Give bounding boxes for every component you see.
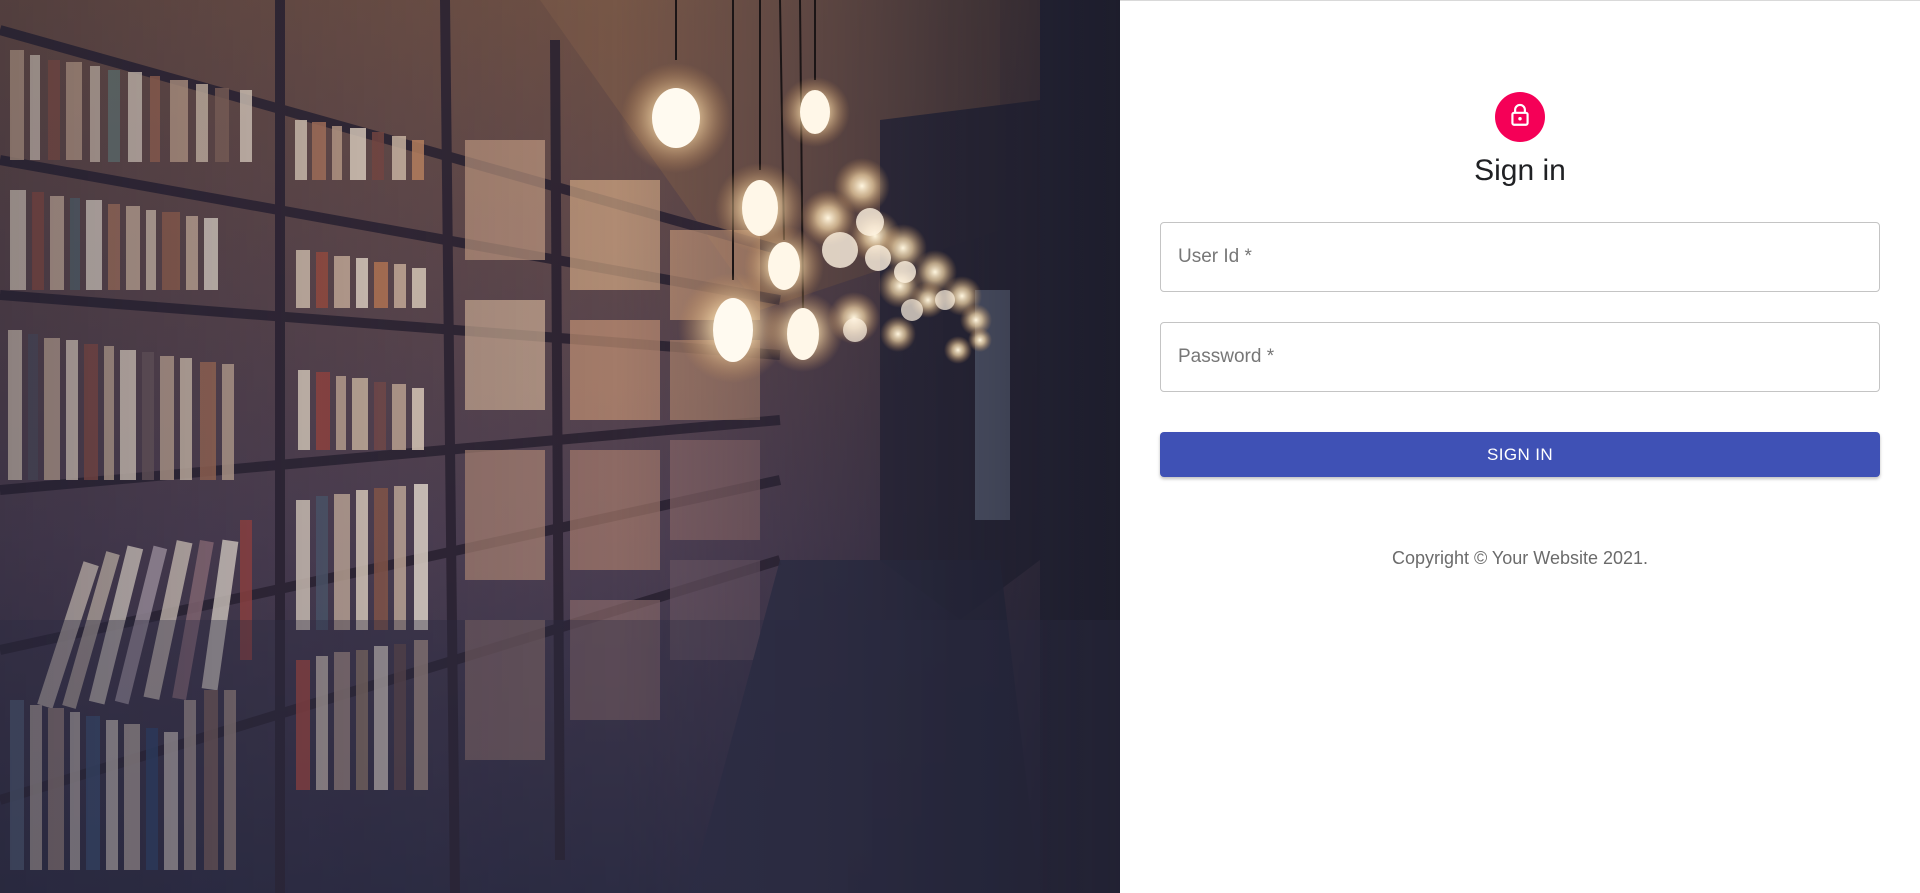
user-id-field[interactable] bbox=[1160, 222, 1880, 292]
page-title: Sign in bbox=[1474, 154, 1566, 187]
sign-in-page: Sign in SIGN IN Copyright © Your Website… bbox=[0, 0, 1920, 893]
sign-in-panel: Sign in SIGN IN Copyright © Your Website… bbox=[1120, 0, 1920, 893]
password-field[interactable] bbox=[1160, 322, 1880, 392]
lock-icon bbox=[1507, 102, 1533, 133]
copyright-text: Copyright © Your Website 2021. bbox=[1391, 548, 1649, 568]
user-id-input[interactable] bbox=[1161, 223, 1879, 291]
password-input[interactable] bbox=[1161, 323, 1879, 391]
sign-in-button[interactable]: SIGN IN bbox=[1160, 432, 1880, 477]
lock-avatar bbox=[1495, 92, 1545, 142]
library-bookshelf-image bbox=[0, 0, 1120, 893]
